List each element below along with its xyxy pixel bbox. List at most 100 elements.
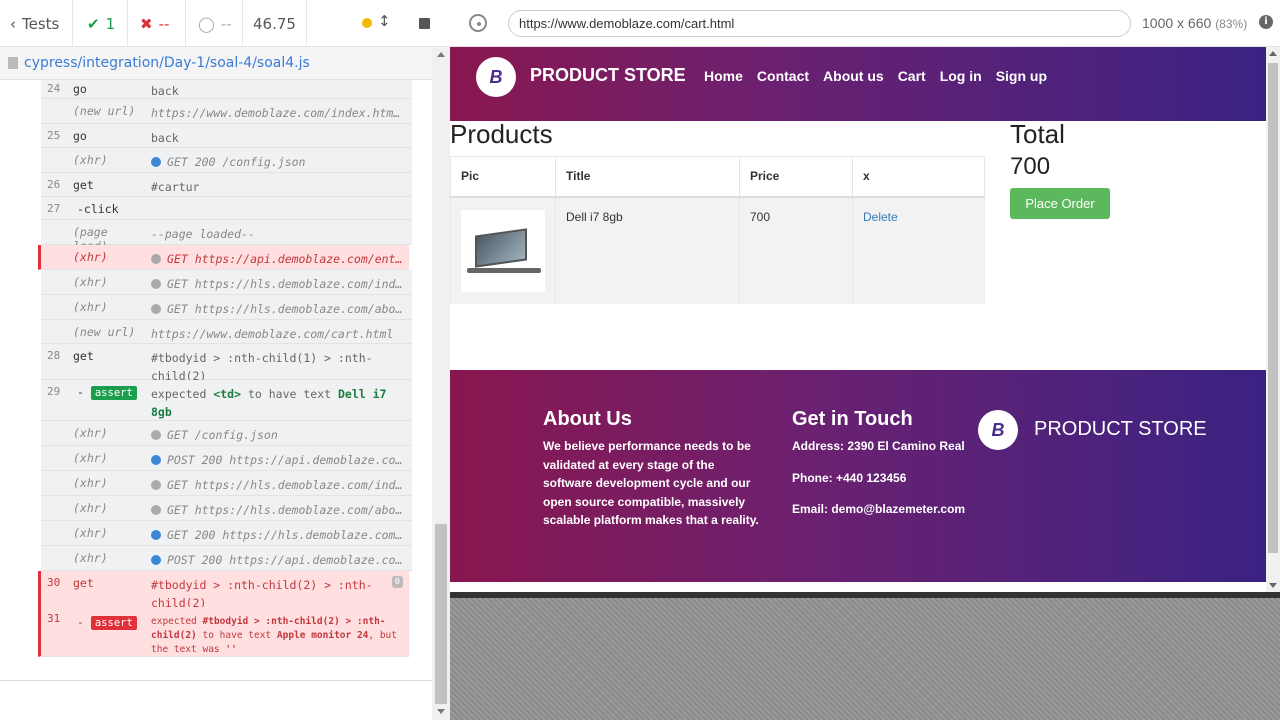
command-row[interactable]: (page load) --page loaded--	[41, 220, 412, 253]
command-row-failed[interactable]: 30 get #tbodyid > :nth-child(2) > :nth-c…	[38, 571, 409, 610]
assert-text: expected	[151, 387, 207, 401]
duration: 46.75	[243, 0, 307, 47]
command-row-failed-assert[interactable]: 31 - assert expected #tbodyid > :nth-chi…	[38, 607, 409, 657]
nav-about-us[interactable]: About us	[823, 68, 884, 84]
command-name: -click	[77, 202, 119, 216]
scroll-down-icon[interactable]	[1269, 583, 1277, 588]
status-dot-icon	[362, 18, 372, 28]
cypress-reporter: ‹ Tests ✔ 1 ✖ -- ◯ -- 46.75 ↕ cypress/in…	[0, 0, 450, 720]
site-navbar: B PRODUCT STORE Home Contact About us Ca…	[450, 47, 1266, 121]
command-message: GET https://hls.demoblaze.com/inde...	[167, 478, 406, 492]
aut-scrollbar[interactable]	[1266, 47, 1280, 592]
auto-scroll-icon[interactable]: ↕	[378, 12, 391, 30]
viewport-info[interactable]: 1000 x 660 (83%)	[1142, 15, 1247, 31]
brand-name[interactable]: PRODUCT STORE	[530, 65, 686, 86]
nav-cart[interactable]: Cart	[898, 68, 926, 84]
command-row[interactable]: (xhr) GET https://hls.demoblaze.com/inde…	[41, 471, 412, 496]
command-message: back	[151, 84, 179, 98]
scroll-up-icon[interactable]	[1269, 51, 1277, 56]
delete-link[interactable]: Delete	[863, 210, 898, 224]
assert-text: to have text	[247, 387, 332, 401]
logo-letter: B	[991, 419, 1005, 440]
command-number: 25	[47, 129, 61, 142]
url-bar[interactable]: https://www.demoblaze.com/cart.html	[508, 10, 1131, 37]
command-message: GET https://hls.demoblaze.com/abou...	[167, 302, 406, 316]
command-name: (xhr)	[73, 501, 108, 515]
delete-cell: Delete	[852, 196, 985, 304]
command-row[interactable]: (xhr) GET https://hls.demoblaze.com/abou…	[41, 295, 412, 320]
selector-playground-icon[interactable]	[469, 14, 487, 32]
spec-path[interactable]: cypress/integration/Day-1/soal-4/soal4.j…	[0, 47, 450, 80]
pending-count-value: --	[220, 14, 232, 33]
command-message: back	[151, 131, 179, 145]
info-icon[interactable]: i	[1259, 15, 1273, 29]
assert-subject: <td>	[213, 387, 242, 401]
command-name: (xhr)	[73, 153, 108, 167]
command-name: (new url)	[73, 104, 136, 118]
assert-badge: assert	[90, 386, 137, 400]
scrollbar-thumb[interactable]	[435, 524, 447, 704]
address-text: Address: 2390 El Camino Real	[792, 439, 965, 453]
xhr-pending-dot-icon	[151, 304, 161, 314]
command-message: https://www.demoblaze.com/index.html#	[151, 106, 406, 120]
assert-value: Apple monitor 24	[276, 630, 369, 641]
nav-sign-up[interactable]: Sign up	[996, 68, 1047, 84]
element-count-badge: 0	[391, 576, 403, 588]
command-row[interactable]: (xhr) GET https://hls.demoblaze.com/abou…	[41, 496, 412, 521]
phone-text: Phone: +440 123456	[792, 471, 907, 485]
nav-contact[interactable]: Contact	[757, 68, 809, 84]
command-row[interactable]: (xhr) GET 200 /config.json	[41, 148, 412, 173]
command-row-assert[interactable]: 29 - assert expected <td> to have text D…	[41, 380, 412, 421]
xhr-pending-dot-icon	[151, 254, 161, 264]
product-title: Dell i7 8gb	[555, 196, 740, 304]
xhr-pending-dot-icon	[151, 430, 161, 440]
x-icon: ✖	[140, 14, 153, 33]
place-order-button[interactable]: Place Order	[1010, 188, 1110, 219]
command-number: 30	[47, 576, 61, 589]
command-name: (xhr)	[73, 275, 108, 289]
assert-badge: assert	[90, 616, 137, 630]
command-name: (xhr)	[73, 476, 108, 490]
command-number: 29	[47, 385, 61, 398]
scrollbar-thumb[interactable]	[1268, 63, 1278, 553]
command-name: (xhr)	[73, 526, 108, 540]
assert-text: to have text	[202, 630, 272, 641]
command-message: POST 200 https://api.demoblaze.com...	[167, 553, 406, 567]
brand-logo-icon[interactable]: B	[476, 57, 516, 97]
tests-button[interactable]: ‹ Tests	[0, 0, 73, 47]
command-message: GET /config.json	[167, 428, 278, 442]
xhr-pending-dot-icon	[151, 279, 161, 289]
command-row[interactable]: 27 -click	[41, 197, 412, 220]
command-name: go	[73, 129, 87, 143]
command-row[interactable]: 26 get #cartur	[41, 173, 412, 197]
xhr-status-dot-icon	[151, 530, 161, 540]
total-value: 700	[1010, 153, 1051, 180]
site-footer: About Us We believe performance needs to…	[450, 370, 1266, 582]
command-row[interactable]: (xhr) POST 200 https://api.demoblaze.com…	[41, 446, 412, 471]
command-number: 28	[47, 349, 61, 362]
command-row[interactable]: (new url) https://www.demoblaze.com/cart…	[41, 320, 412, 344]
nav-home[interactable]: Home	[704, 68, 743, 84]
command-row-failed[interactable]: (xhr) GET https://api.demoblaze.com/entr…	[38, 245, 409, 270]
command-row[interactable]: (new url) https://www.demoblaze.com/inde…	[41, 99, 412, 124]
command-row[interactable]: 28 get #tbodyid > :nth-child(1) > :nth-c…	[41, 344, 412, 383]
scroll-down-icon[interactable]	[437, 709, 445, 714]
command-number: 27	[47, 202, 61, 215]
column-header: Price	[739, 156, 853, 198]
table-row: Dell i7 8gb 700 Delete	[450, 196, 985, 304]
command-name: get	[73, 178, 94, 192]
passed-count-value: 1	[105, 14, 116, 33]
command-row[interactable]: (xhr) POST 200 https://api.demoblaze.com…	[41, 546, 412, 571]
nav-links: Home Contact About us Cart Log in Sign u…	[704, 68, 1061, 84]
check-icon: ✔	[87, 14, 100, 33]
nav-log-in[interactable]: Log in	[940, 68, 982, 84]
command-row[interactable]: 25 go back	[41, 124, 412, 148]
command-row[interactable]: (xhr) GET /config.json	[41, 421, 412, 446]
command-row[interactable]: (xhr) GET https://hls.demoblaze.com/inde…	[41, 270, 412, 295]
failed-count-value: --	[158, 14, 170, 33]
stop-button[interactable]	[419, 18, 430, 29]
scroll-up-icon[interactable]	[437, 52, 445, 57]
command-row[interactable]: 24 go back	[41, 80, 412, 99]
command-row[interactable]: (xhr) GET 200 https://hls.demoblaze.com/…	[41, 521, 412, 546]
reporter-scrollbar[interactable]	[432, 48, 450, 720]
